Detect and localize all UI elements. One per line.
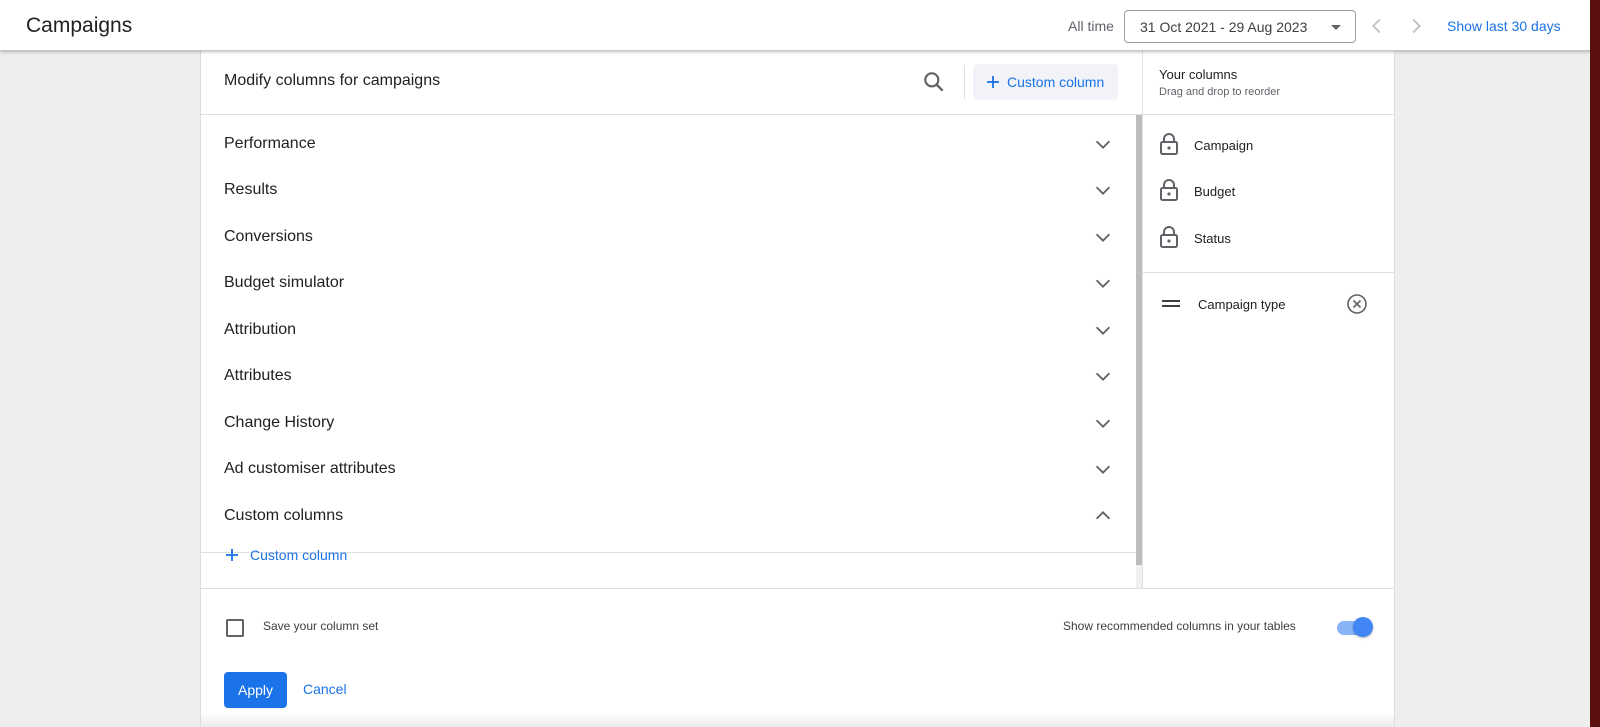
panel-footer: Save your column set Show recommended co… (201, 588, 1394, 727)
range-label: All time (1068, 18, 1114, 34)
chevron-left-icon[interactable] (1366, 15, 1388, 37)
your-columns-divider (1143, 272, 1395, 273)
save-column-set-label: Save your column set (263, 619, 379, 633)
chevron-up-icon (1095, 511, 1111, 520)
section-attributes[interactable]: Attributes (201, 352, 1136, 399)
section-label: Attribution (224, 321, 297, 338)
plus-icon (987, 76, 999, 88)
modify-columns-title: Modify columns for campaigns (224, 72, 441, 89)
column-categories: Performance Results Conversions Budget s… (201, 115, 1136, 590)
caret-down-icon (1331, 25, 1341, 30)
drag-handle-icon[interactable] (1162, 299, 1180, 308)
your-columns-header: Your columns Drag and drop to reorder (1143, 51, 1395, 115)
section-performance[interactable]: Performance (201, 120, 1136, 167)
locked-column: Campaign (1143, 121, 1395, 168)
section-label: Custom columns (224, 507, 344, 524)
your-columns-subtitle: Drag and drop to reorder (1159, 86, 1281, 98)
section-label: Conversions (224, 228, 313, 245)
section-label: Results (224, 181, 278, 198)
show-recommended-toggle[interactable] (1337, 616, 1373, 638)
section-label: Performance (224, 135, 316, 152)
footer-shadow (201, 713, 1394, 727)
locked-column-label: Campaign (1194, 138, 1254, 153)
save-column-set-checkbox[interactable] (226, 619, 244, 637)
lock-icon (1160, 179, 1178, 201)
locked-column-label: Status (1194, 231, 1231, 246)
section-results[interactable]: Results (201, 166, 1136, 213)
custom-column-button[interactable]: Custom column (973, 64, 1118, 100)
movable-column-label: Campaign type (1198, 297, 1286, 312)
your-columns-title: Your columns (1159, 67, 1238, 82)
add-custom-column-label: Custom column (250, 547, 348, 563)
chevron-down-icon (1095, 279, 1111, 288)
section-custom-columns[interactable]: Custom columns (201, 492, 1136, 539)
lock-icon (1160, 226, 1178, 248)
search-icon[interactable] (921, 69, 947, 95)
top-bar: Campaigns All time 31 Oct 2021 - 29 Aug … (0, 0, 1600, 51)
chevron-down-icon (1095, 465, 1111, 474)
section-label: Attributes (224, 367, 292, 384)
show-last-30-days-link[interactable]: Show last 30 days (1447, 18, 1561, 34)
remove-circle-icon[interactable] (1346, 293, 1368, 315)
section-change-history[interactable]: Change History (201, 399, 1136, 446)
section-label: Budget simulator (224, 274, 345, 291)
chevron-down-icon (1095, 326, 1111, 335)
date-range-value: 31 Oct 2021 - 29 Aug 2023 (1140, 19, 1308, 35)
section-ad-customiser-attributes[interactable]: Ad customiser attributes (201, 445, 1136, 492)
chevron-down-icon (1095, 140, 1111, 149)
section-label: Change History (224, 414, 335, 431)
movable-column[interactable]: Campaign type (1143, 280, 1395, 327)
section-budget-simulator[interactable]: Budget simulator (201, 259, 1136, 306)
modify-columns-header: Modify columns for campaigns Custom colu… (201, 51, 1142, 115)
show-recommended-label: Show recommended columns in your tables (1063, 619, 1296, 633)
section-attribution[interactable]: Attribution (201, 306, 1136, 353)
lock-icon (1160, 133, 1178, 155)
chevron-right-icon[interactable] (1405, 15, 1427, 37)
your-columns-panel: Your columns Drag and drop to reorder Ca… (1142, 51, 1395, 588)
chevron-down-icon (1095, 186, 1111, 195)
section-label: Ad customiser attributes (224, 460, 396, 477)
apply-button[interactable]: Apply (224, 672, 287, 708)
custom-column-button-label: Custom column (1007, 74, 1105, 90)
chevron-down-icon (1095, 233, 1111, 242)
window-edge (1590, 0, 1600, 727)
modify-columns-panel: Modify columns for campaigns Custom colu… (200, 51, 1395, 727)
locked-column: Budget (1143, 167, 1395, 214)
date-range-select[interactable]: 31 Oct 2021 - 29 Aug 2023 (1124, 10, 1356, 43)
chevron-down-icon (1095, 372, 1111, 381)
page-title: Campaigns (26, 14, 133, 37)
cancel-button[interactable]: Cancel (303, 681, 347, 697)
locked-column-label: Budget (1194, 184, 1236, 199)
locked-column: Status (1143, 214, 1395, 261)
section-conversions[interactable]: Conversions (201, 213, 1136, 260)
header-divider (964, 65, 965, 99)
plus-icon (226, 549, 238, 561)
chevron-down-icon (1095, 419, 1111, 428)
toggle-knob (1353, 617, 1373, 637)
